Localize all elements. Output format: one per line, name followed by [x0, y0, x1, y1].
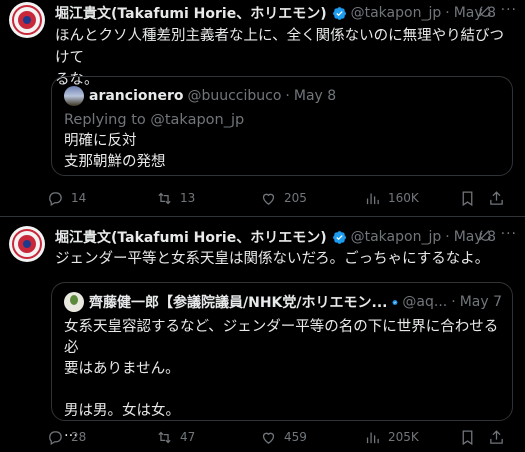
quote-author-handle: @buuccibuco: [187, 88, 282, 104]
quote-text-line: 要はありません。: [64, 361, 180, 377]
quote-author-handle: @aq...: [402, 294, 448, 310]
quote-date: May 7: [459, 294, 502, 310]
bookmark-icon: [462, 190, 473, 206]
bookmark-button[interactable]: [459, 427, 483, 447]
tweet-header: 堀江貴文(Takafumi Horie、ホリエモン) @takapon_jp ·…: [55, 227, 515, 247]
reply-button[interactable]: 28: [47, 427, 86, 447]
views-count: 160K: [388, 191, 419, 205]
replying-to: Replying to @takapon_jp: [64, 112, 245, 128]
bookmark-icon: [462, 429, 473, 445]
more-icon[interactable]: ···: [501, 226, 517, 242]
repost-icon: [158, 192, 171, 204]
reply-button[interactable]: 14: [47, 188, 86, 208]
action-bar: 14 13 205 160K: [47, 188, 513, 208]
like-button[interactable]: 459: [260, 427, 307, 447]
separator-dot: ·: [445, 229, 450, 245]
repost-button[interactable]: 13: [156, 188, 195, 208]
avatar[interactable]: [9, 226, 45, 262]
avatar-dot: [23, 16, 31, 24]
repost-icon: [158, 431, 171, 443]
repost-count: 47: [180, 430, 196, 444]
reply-icon: [49, 191, 62, 206]
share-button[interactable]: [488, 188, 512, 208]
author-handle[interactable]: @takapon_jp: [351, 229, 442, 245]
avatar[interactable]: [9, 2, 45, 38]
share-icon: [490, 190, 503, 205]
quote-text-line: 男は男。女は女。: [64, 403, 180, 419]
author-name[interactable]: 堀江貴文(Takafumi Horie、ホリエモン): [55, 227, 327, 247]
quote-author-name: 齊藤健一郎【参議院議員/NHK党/ホリエモン...: [89, 295, 388, 311]
like-count: 205: [284, 191, 307, 205]
separator-dot: ·: [451, 294, 456, 310]
grok-icon[interactable]: [477, 4, 493, 20]
views-button[interactable]: 160K: [364, 188, 419, 208]
reply-count: 28: [71, 430, 87, 444]
tweet-1[interactable]: 堀江貴文(Takafumi Horie、ホリエモン) @takapon_jp ·…: [0, 0, 525, 217]
quote-date: May 8: [293, 88, 337, 104]
repost-count: 13: [180, 191, 196, 205]
views-button[interactable]: 205K: [364, 427, 419, 447]
quote-avatar: [64, 86, 84, 106]
quote-avatar: [64, 292, 84, 312]
bookmark-button[interactable]: [459, 188, 483, 208]
quote-text-line: 女系天皇容認するなど、ジェンダー平等の名の下に世界に合わせる必: [64, 319, 499, 356]
author-handle[interactable]: @takapon_jp: [351, 5, 442, 21]
more-icon[interactable]: ···: [501, 2, 517, 18]
action-bar: 28 47 459 205K: [47, 427, 513, 447]
reply-count: 14: [71, 191, 87, 205]
views-icon: [366, 432, 379, 443]
verified-badge-icon: [332, 230, 346, 244]
quote-author-name: arancionero: [89, 88, 184, 104]
repost-button[interactable]: 47: [156, 427, 195, 447]
separator-dot: ·: [445, 5, 450, 21]
quoted-tweet[interactable]: arancionero @buuccibuco · May 8 Replying…: [51, 76, 513, 176]
like-icon: [262, 193, 275, 205]
like-button[interactable]: 205: [260, 188, 307, 208]
like-icon: [262, 432, 275, 444]
quote-text-line: 支那朝鮮の発想: [64, 154, 166, 170]
tweet-2[interactable]: 堀江貴文(Takafumi Horie、ホリエモン) @takapon_jp ·…: [0, 217, 525, 452]
quote-header: 齊藤健一郎【参議院議員/NHK党/ホリエモン... @aq... · May 7: [64, 292, 502, 312]
author-name[interactable]: 堀江貴文(Takafumi Horie、ホリエモン): [55, 3, 327, 23]
grok-icon[interactable]: [477, 228, 493, 244]
quoted-tweet[interactable]: 齊藤健一郎【参議院議員/NHK党/ホリエモン... @aq... · May 7…: [51, 282, 513, 440]
quote-header: arancionero @buuccibuco · May 8: [64, 86, 502, 106]
quote-text: Replying to @takapon_jp 明確に反対 支那朝鮮の発想: [64, 110, 502, 173]
views-count: 205K: [388, 430, 419, 444]
verified-badge-icon: [332, 6, 346, 20]
quote-text-line: 明確に反対: [64, 133, 137, 149]
avatar-dot: [23, 240, 31, 248]
reply-icon: [49, 430, 62, 445]
verified-badge-icon: [392, 299, 398, 305]
share-button[interactable]: [488, 427, 512, 447]
quote-text: 女系天皇容認するなど、ジェンダー平等の名の下に世界に合わせる必 要はありません。…: [64, 317, 502, 443]
tweet-text: ジェンダー平等と女系天皇は関係ないだろ。ごっちゃにするなよ。: [55, 248, 513, 270]
views-icon: [366, 193, 379, 204]
like-count: 459: [284, 430, 307, 444]
share-icon: [490, 429, 503, 444]
tweet-text-line: ジェンダー平等と女系天皇は関係ないだろ。ごっちゃにするなよ。: [55, 251, 490, 267]
separator-dot: ·: [285, 88, 290, 104]
tweet-text-line: ほんとクソ人種差別主義者な上に、全く関係ないのに無理やり結びつけて: [55, 28, 505, 66]
tweet-header: 堀江貴文(Takafumi Horie、ホリエモン) @takapon_jp ·…: [55, 3, 515, 23]
